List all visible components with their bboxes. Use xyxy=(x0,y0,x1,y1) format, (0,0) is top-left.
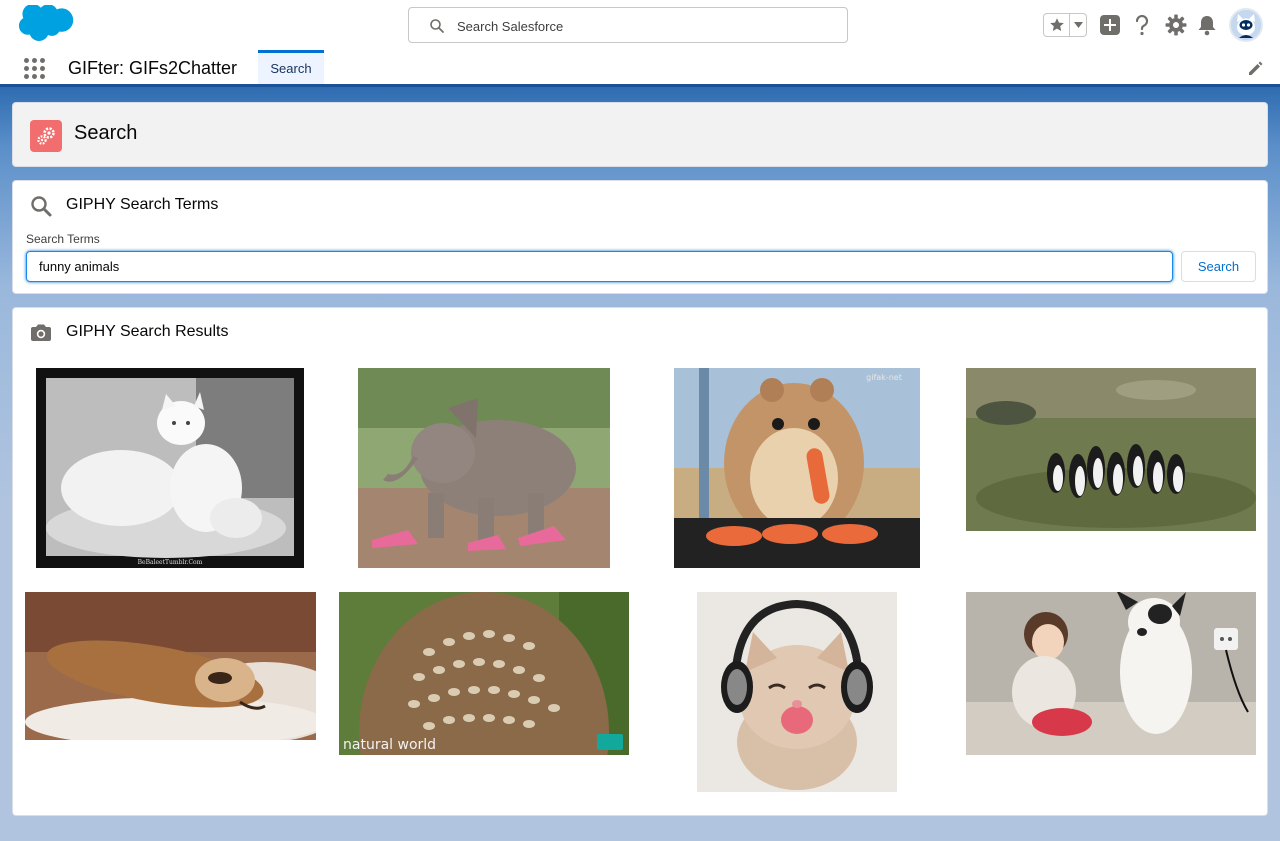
notifications-bell-icon[interactable] xyxy=(1196,14,1218,36)
edit-nav-pencil-icon[interactable] xyxy=(1246,60,1264,78)
help-icon[interactable] xyxy=(1131,14,1153,36)
search-results-title: GIPHY Search Results xyxy=(66,323,229,340)
gif-result-owl[interactable]: natural world xyxy=(339,592,629,755)
add-icon[interactable] xyxy=(1099,14,1121,36)
app-name: GIFter: GIFs2Chatter xyxy=(68,58,238,78)
salesforce-logo[interactable] xyxy=(16,5,74,45)
global-search-input[interactable] xyxy=(457,16,827,36)
gif-result-penguins[interactable] xyxy=(966,368,1256,531)
search-icon xyxy=(430,19,444,33)
gif-result-elephant[interactable] xyxy=(358,368,610,568)
search-results-card: GIPHY Search Results BeBaleetTumblr.Com xyxy=(12,307,1268,816)
gif-result-girl-and-dog[interactable] xyxy=(966,592,1256,755)
favorites-caret-icon[interactable] xyxy=(1070,14,1086,36)
gif-result-cat[interactable]: BeBaleetTumblr.Com xyxy=(36,368,304,568)
page-header: Search xyxy=(12,102,1268,167)
search-button[interactable]: Search xyxy=(1181,251,1256,282)
gif-watermark: gifak-net xyxy=(866,373,902,382)
search-icon xyxy=(31,196,52,217)
search-terms-label: Search Terms xyxy=(26,232,100,246)
favorites-group[interactable] xyxy=(1043,13,1087,37)
setup-gear-icon[interactable] xyxy=(1165,14,1187,36)
global-search[interactable] xyxy=(408,7,848,43)
search-terms-title: GIPHY Search Terms xyxy=(66,196,219,213)
tab-search[interactable]: Search xyxy=(258,50,324,84)
global-header xyxy=(0,0,1280,50)
app-launcher-icon[interactable] xyxy=(24,58,46,80)
gif-watermark: BeBaleetTumblr.Com xyxy=(138,559,203,566)
camera-icon xyxy=(31,324,51,341)
favorites-star-icon[interactable] xyxy=(1044,14,1070,36)
user-avatar[interactable] xyxy=(1229,8,1263,42)
app-nav-bar: GIFter: GIFs2Chatter Search xyxy=(0,50,1280,87)
search-terms-input[interactable] xyxy=(26,251,1173,282)
gif-result-hamster[interactable]: gifak-net xyxy=(674,368,920,568)
page-title: Search xyxy=(74,122,138,144)
gif-result-sloth[interactable] xyxy=(25,592,316,740)
search-terms-card: GIPHY Search Terms Search Terms Search xyxy=(12,180,1268,294)
gif-result-kitten[interactable] xyxy=(697,592,897,792)
gif-watermark: natural world xyxy=(343,737,436,753)
page-gears-icon xyxy=(30,120,62,152)
